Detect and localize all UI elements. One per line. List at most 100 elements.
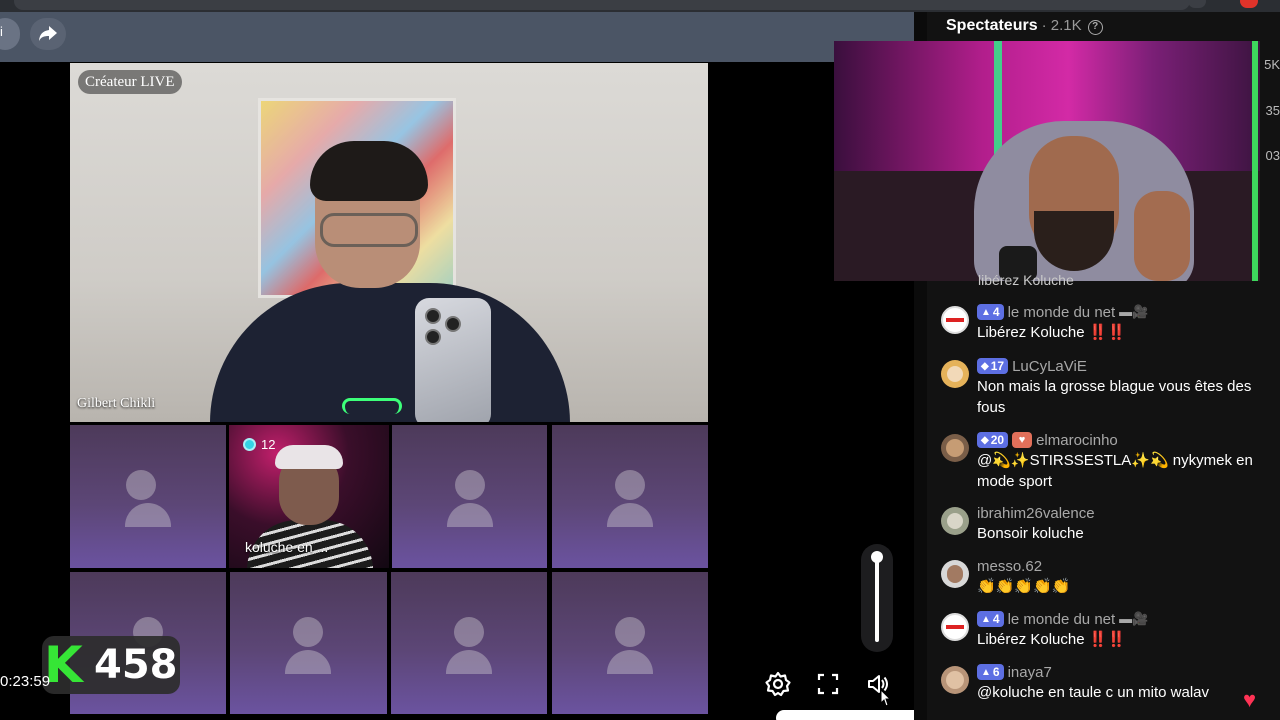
viewers-title: Spectateurs [946, 17, 1038, 34]
chat-text: Libérez Koluche ‼️‼️ [977, 629, 1267, 650]
address-bar[interactable] [14, 0, 1190, 10]
level-badge: ▲ 6 [977, 664, 1004, 680]
triangle-icon: ▲ [981, 666, 991, 678]
avatar-placeholder-icon [447, 503, 493, 527]
chat-username[interactable]: inaya7 [1008, 664, 1052, 681]
edge-number: 5K [1264, 57, 1280, 72]
avatar-placeholder-icon [285, 650, 331, 674]
chat-text: @💫✨STIRSSESTLA✨💫 nykymek en mode sport [977, 452, 1253, 490]
browser-record-dot[interactable] [1240, 0, 1258, 8]
browser-tab-button[interactable] [1188, 0, 1206, 8]
avatar-face [947, 366, 963, 382]
avatar-face [946, 439, 964, 457]
host-video[interactable]: Créateur LIVE Gilbert Chikli [70, 63, 708, 422]
share-icon[interactable] [30, 18, 66, 50]
avatar[interactable] [941, 507, 969, 535]
chat-message-header: ◆ 20 ♥ elmarocinho [977, 430, 1118, 450]
live-counter: K 458 [42, 636, 180, 694]
empty-seat-tile[interactable] [552, 572, 708, 714]
avatar[interactable] [941, 560, 969, 588]
avatar-placeholder-icon [126, 470, 156, 500]
mouse-cursor-icon [880, 689, 892, 707]
avatar-placeholder-icon [125, 503, 171, 527]
volume-slider[interactable] [861, 544, 893, 652]
avatar-placeholder-icon [454, 617, 484, 647]
chat-message[interactable]: messo.62 👏👏👏👏👏 [941, 556, 1271, 600]
empty-seat-tile[interactable] [391, 572, 547, 714]
phone-camera [445, 316, 461, 332]
level-value: 4 [992, 612, 1000, 626]
chat-text: @koluche en taule c un mito walav [977, 684, 1210, 701]
level-badge: ◆ 17 [977, 358, 1009, 374]
guest-name: koluche en ... [245, 539, 329, 555]
chat-text: Bonsoir koluche [977, 525, 1084, 542]
creator-live-badge: Créateur LIVE [78, 70, 182, 94]
phone-camera [425, 329, 441, 345]
avatar-face [947, 565, 963, 583]
chat-message[interactable]: ▲ 4 le monde du net ▬🎥 Libérez Koluche ‼️… [941, 302, 1271, 346]
chat-message[interactable]: ◆ 20 ♥ elmarocinho @💫✨STIRSSESTLA✨💫 nykym… [941, 430, 1271, 494]
avatar-placeholder-icon [293, 617, 323, 647]
chat-text-emphasis: ‼️‼️ [1088, 631, 1127, 648]
chat-username[interactable]: le monde du net [1008, 611, 1116, 628]
chat-username[interactable]: LuCyLaViE [1012, 358, 1087, 375]
chat-username[interactable]: messo.62 [977, 558, 1042, 575]
triangle-icon: ▲ [981, 306, 991, 318]
streamer-pip-video[interactable]: ⚡⚡ [834, 41, 1260, 281]
counter-value: 458 [94, 642, 178, 688]
guest-tile-koluche[interactable]: 12 koluche en ... [229, 425, 389, 568]
avatar-placeholder-icon [615, 617, 645, 647]
avatar[interactable] [941, 306, 969, 334]
guest-cap [275, 445, 343, 469]
triangle-icon: ▲ [981, 613, 991, 625]
volume-knob[interactable] [871, 551, 883, 563]
host-hair [310, 141, 428, 201]
avatar-placeholder-icon [607, 503, 653, 527]
guest-score-badge: 12 [243, 436, 275, 452]
guest-score: 12 [261, 436, 276, 452]
level-value: 20 [990, 433, 1005, 447]
phone-camera [425, 308, 441, 324]
empty-seat-tile[interactable] [230, 572, 387, 714]
viewers-header[interactable]: Spectateurs · 2.1K? [946, 17, 1103, 35]
chat-message[interactable]: ▲ 6 inaya7 @koluche en taule c un mito wa… [941, 662, 1271, 706]
chat-message[interactable]: ◆ 17 LuCyLaViE Non mais la grosse blague … [941, 356, 1271, 420]
level-badge: ▲ 4 [977, 304, 1004, 320]
avatar[interactable] [941, 613, 969, 641]
app-root: i Créateur LIVE Gilbert Chikli 12 koluch… [0, 0, 1280, 720]
avatar[interactable] [941, 666, 969, 694]
chat-username[interactable]: le monde du net [1008, 304, 1116, 321]
chat-message-header: ibrahim26valence [977, 503, 1095, 523]
chat-message-header: ▲ 4 le monde du net ▬🎥 [977, 609, 1148, 629]
back-button[interactable]: i [0, 18, 20, 50]
chat-message[interactable]: ibrahim26valence Bonsoir koluche [941, 503, 1271, 547]
chat-username[interactable]: ibrahim26valence [977, 505, 1095, 522]
avatar-placeholder-icon [455, 470, 485, 500]
chat-message-header: ▲ 4 le monde du net ▬🎥 [977, 302, 1148, 322]
avatar[interactable] [941, 360, 969, 388]
chat-username[interactable]: elmarocinho [1036, 432, 1118, 449]
volume-track[interactable] [875, 556, 879, 642]
chat-text-emphasis: ‼️‼️ [1088, 324, 1127, 341]
gear-icon[interactable] [763, 669, 793, 699]
avatar[interactable] [941, 434, 969, 462]
host-glasses [320, 213, 418, 247]
info-icon[interactable]: ? [1087, 20, 1103, 35]
empty-seat-tile[interactable] [392, 425, 547, 568]
level-value: 6 [992, 665, 1000, 679]
level-value: 4 [992, 305, 1000, 319]
chat-text: Libérez Koluche ‼️‼️ [977, 322, 1267, 343]
level-badge: ▲ 4 [977, 611, 1004, 627]
username-decoration: ▬🎥 [1119, 304, 1149, 319]
empty-seat-tile[interactable] [70, 425, 226, 568]
chat-message[interactable]: ▲ 4 le monde du net ▬🎥 Libérez Koluche ‼️… [941, 609, 1271, 653]
fullscreen-icon[interactable] [813, 669, 843, 699]
host-name: Gilbert Chikli [77, 396, 156, 411]
heart-icon[interactable]: ♥ [1243, 689, 1265, 711]
edge-number: 35 [1265, 103, 1280, 118]
diamond-icon: ◆ [981, 434, 989, 446]
empty-seat-tile[interactable] [552, 425, 708, 568]
chat-text: Non mais la grosse blague vous êtes des … [977, 378, 1252, 416]
score-dot-icon [243, 437, 256, 451]
chat-text-body: Libérez Koluche [977, 324, 1085, 341]
